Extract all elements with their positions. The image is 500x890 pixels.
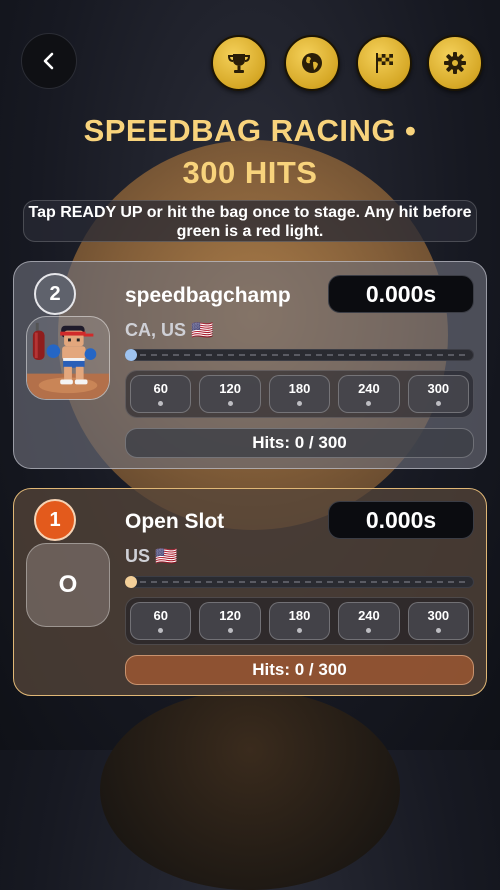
page-title: SPEEDBAG RACING • 300 HITS [0,112,500,192]
rank-badge: 1 [34,499,76,541]
avatar[interactable] [26,316,110,400]
back-button[interactable] [21,33,77,89]
progress-knob [125,349,137,361]
checkpoint: 120 [199,602,261,640]
checkpoint: 300 [407,602,470,640]
racer-name: Open Slot [125,510,225,533]
checkpoint: 180 [268,375,331,413]
checkpoint: 180 [268,602,331,640]
title-line-2: 300 HITS [182,155,318,190]
settings-button[interactable] [427,35,483,91]
trophy-icon [227,54,251,73]
racer-location: US 🇺🇸 [125,546,178,566]
checkpoint-row: 60 120 180 240 300 [125,370,474,418]
checkered-flag-icon [376,53,393,73]
checkpoint: 240 [338,602,400,640]
checkpoint: 60 [130,602,192,640]
checkpoint-row: 60 120 180 240 300 [125,597,474,645]
globe-icon [302,53,322,73]
rank-badge: 2 [34,273,76,315]
gear-icon [444,52,466,74]
checkpoint: 60 [130,375,192,413]
title-line-1: SPEEDBAG RACING • [83,113,417,148]
checkpoint: 240 [338,375,400,413]
progress-track [125,576,474,588]
avatar[interactable]: O [26,543,110,627]
hits-counter: Hits: 0 / 300 [125,428,474,458]
racer-name: speedbagchamp [125,284,291,307]
racer-location: CA, US 🇺🇸 [125,320,214,340]
racer-time: 0.000s [328,275,474,313]
race-button[interactable] [356,35,412,91]
instructions-banner: Tap READY UP or hit the bag once to stag… [23,200,477,242]
background-glow-bottom [100,690,400,890]
progress-knob [125,576,137,588]
leaderboard-button[interactable] [211,35,267,91]
progress-track [125,349,474,361]
checkpoint: 300 [407,375,470,413]
back-chevron-icon [43,52,54,70]
hits-counter: Hits: 0 / 300 [125,655,474,685]
global-button[interactable] [284,35,340,91]
boxer-avatar-icon [27,322,109,399]
racer-time: 0.000s [328,501,474,539]
checkpoint: 120 [199,375,261,413]
